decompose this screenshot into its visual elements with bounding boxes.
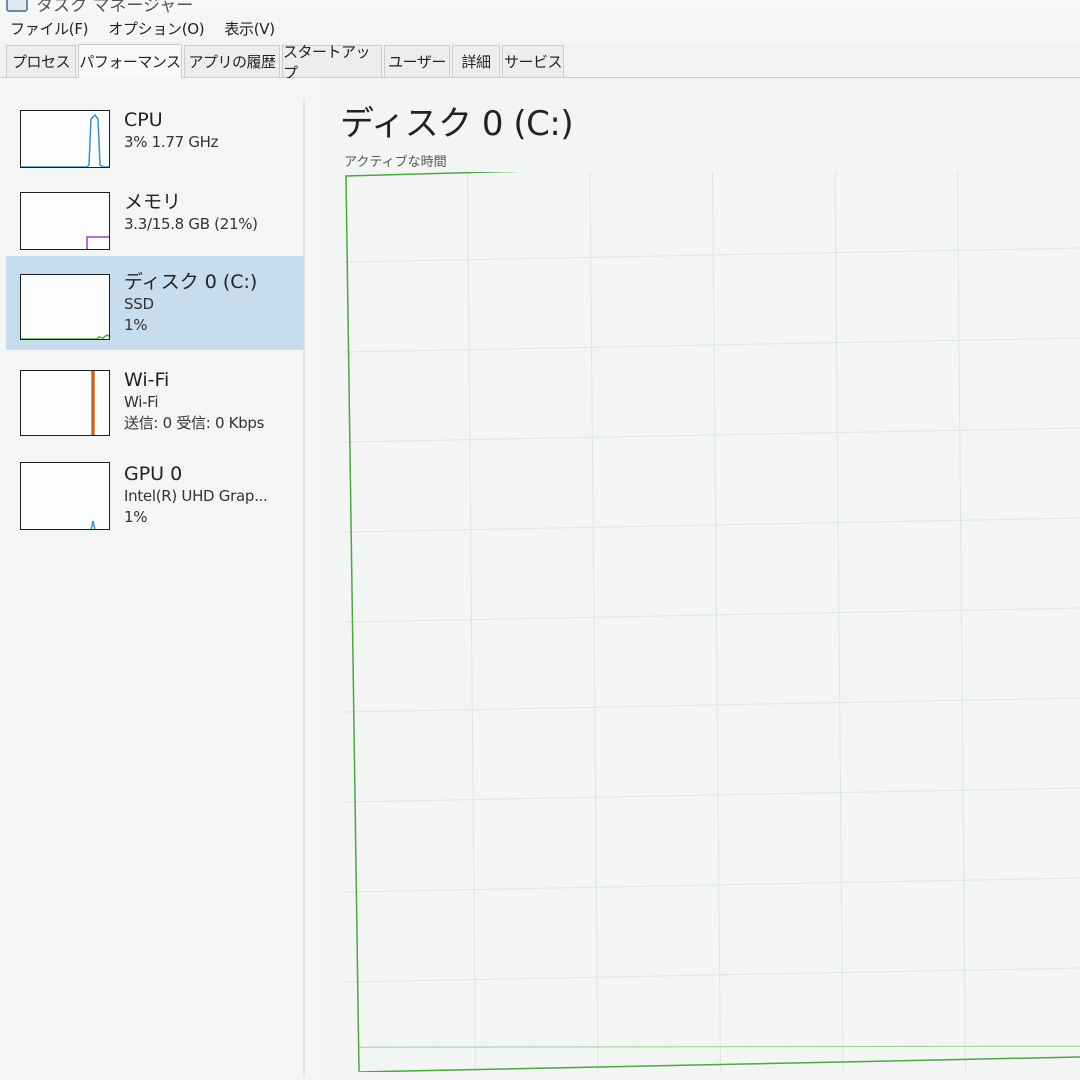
sidebar-item-usage: 1%	[124, 508, 148, 526]
graph-activity-line	[358, 1045, 1080, 1048]
sidebar-item-detail: SSD	[124, 295, 154, 313]
sidebar-item-wifi[interactable]: Wi-Fi Wi-Fi 送信: 0 受信: 0 Kbps	[6, 362, 304, 456]
sidebar-item-name: メモリ	[124, 191, 182, 213]
gpu-spike-icon	[20, 462, 110, 530]
graph-gridline-horizontal	[345, 697, 1080, 713]
cpu-spike-icon	[20, 110, 110, 168]
menu-bar: ファイル(F) オプション(O) 表示(V)	[0, 14, 1080, 42]
graph-gridline-horizontal	[345, 517, 1080, 533]
graph-gridline-vertical	[957, 172, 966, 1072]
graph-gridline-horizontal	[345, 877, 1080, 893]
memory-level-icon	[20, 192, 110, 250]
graph-gridline-horizontal	[345, 427, 1080, 443]
graph-gridline-horizontal	[345, 247, 1080, 263]
tab-performance[interactable]: パフォーマンス	[78, 44, 182, 78]
graph-border	[345, 172, 1080, 1072]
tab-startup[interactable]: スタートアップ	[282, 43, 382, 82]
active-time-graph	[345, 172, 1080, 1072]
graph-gridline-horizontal	[345, 967, 1080, 983]
graph-gridline-horizontal	[345, 787, 1080, 803]
tab-details[interactable]: 詳細	[452, 45, 500, 77]
graph-gridline-horizontal	[345, 607, 1080, 623]
graph-gridline-vertical	[834, 172, 844, 1072]
sidebar-item-name: Wi-Fi	[124, 369, 170, 391]
sidebar-item-name: CPU	[124, 109, 163, 131]
tab-processes[interactable]: プロセス	[6, 45, 76, 77]
task-manager-icon	[6, 0, 28, 12]
resource-sidebar: CPU 3% 1.77 GHz メモリ 3.3/15.8 GB (21%) ディ…	[0, 78, 320, 1080]
sidebar-item-detail: 3% 1.77 GHz	[124, 133, 219, 151]
sidebar-item-detail: 3.3/15.8 GB (21%)	[124, 215, 258, 233]
sidebar-item-detail: Wi-Fi	[124, 393, 159, 411]
sidebar-item-name: GPU 0	[124, 463, 183, 485]
tab-services[interactable]: サービス	[502, 45, 564, 77]
network-spike-icon	[20, 370, 110, 436]
sidebar-item-gpu[interactable]: GPU 0 Intel(R) UHD Grap... 1%	[6, 456, 304, 550]
graph-gridline-vertical	[712, 172, 721, 1072]
tab-users[interactable]: ユーザー	[384, 45, 450, 77]
tab-app-history[interactable]: アプリの履歴	[184, 45, 280, 77]
page-title: ディスク 0 (C:)	[340, 104, 574, 144]
sidebar-item-disk[interactable]: ディスク 0 (C:) SSD 1%	[6, 256, 304, 350]
graph-gridline-horizontal	[345, 337, 1080, 353]
graph-gridline-vertical	[467, 172, 476, 1072]
menu-options[interactable]: オプション(O)	[108, 18, 204, 39]
sidebar-item-cpu[interactable]: CPU 3% 1.77 GHz	[6, 102, 304, 196]
sidebar-item-usage: 1%	[124, 316, 148, 334]
sidebar-item-name: ディスク 0 (C:)	[124, 271, 258, 293]
sidebar-item-detail: Intel(R) UHD Grap...	[124, 487, 268, 505]
tab-bar: プロセス パフォーマンス アプリの履歴 スタートアップ ユーザー 詳細 サービス	[0, 42, 1080, 82]
menu-file[interactable]: ファイル(F)	[10, 18, 89, 39]
title-bar: タスク マネージャー	[0, 0, 1080, 14]
window-title: タスク マネージャー	[36, 0, 194, 14]
graph-caption: アクティブな時間	[344, 155, 447, 170]
menu-view[interactable]: 表示(V)	[224, 18, 275, 39]
disk-activity-icon	[20, 274, 110, 340]
graph-gridline-vertical	[589, 172, 599, 1072]
sidebar-item-throughput: 送信: 0 受信: 0 Kbps	[124, 414, 265, 432]
